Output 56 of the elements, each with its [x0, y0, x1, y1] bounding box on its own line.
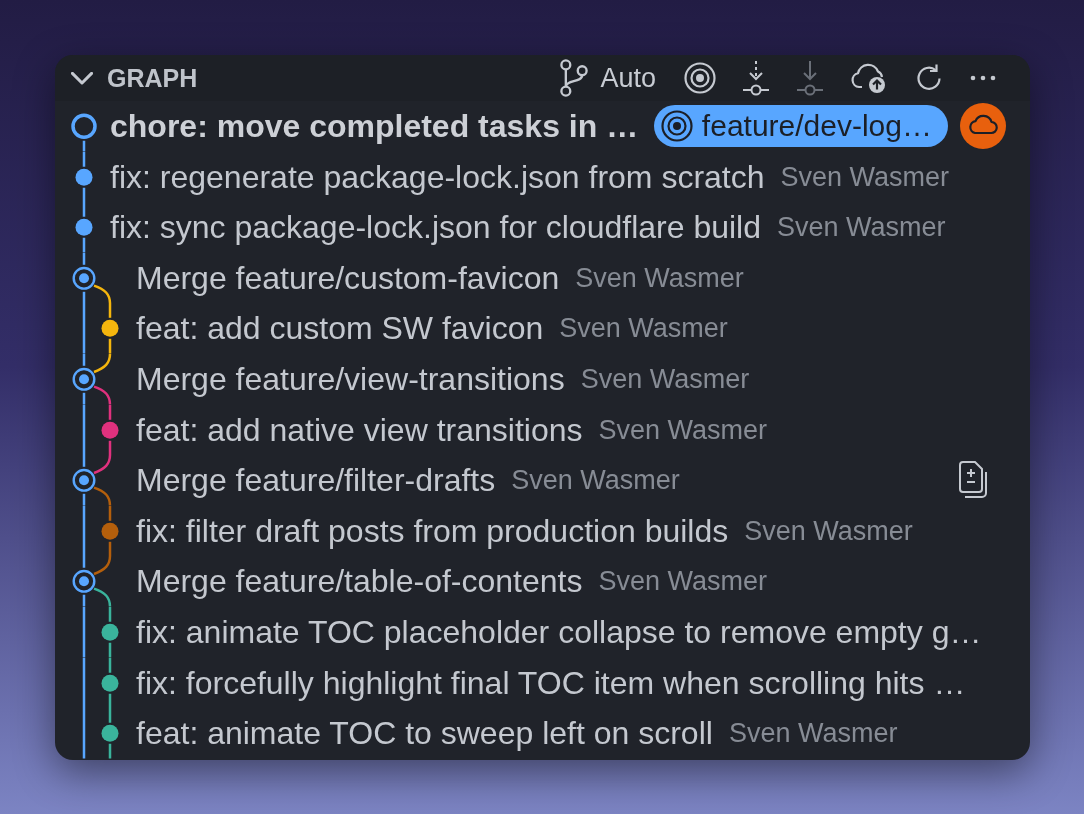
graph-curve — [93, 486, 112, 506]
branch-filter-button[interactable]: Auto — [560, 59, 656, 97]
commit-author: Sven Wasmer — [780, 160, 950, 194]
graph-curve — [93, 587, 112, 607]
commit-dot-icon — [75, 168, 93, 186]
panel-title: GRAPH — [107, 63, 198, 93]
commit-dot-icon — [75, 219, 93, 236]
commit-message[interactable]: fix: filter draft posts from production builds — [136, 511, 729, 551]
file-diff-icon[interactable] — [958, 461, 990, 500]
commit-message[interactable]: fix: animate TOC placeholder collapse to remove empty g… — [136, 613, 982, 652]
merge-commit-icon — [72, 570, 96, 594]
commit-message[interactable]: feat: add custom SW favicon — [136, 309, 544, 348]
branch-icon — [560, 59, 589, 97]
commit-author: Sven Wasmer — [580, 363, 750, 396]
commit-message[interactable]: fix: sync package-lock.json for cloudflare build — [110, 208, 761, 247]
commit-author: Sven Wasmer — [598, 413, 767, 447]
commit-author: Sven Wasmer — [728, 717, 898, 750]
graph-curve — [93, 455, 112, 475]
target-icon — [660, 110, 693, 143]
commit-author: Sven Wasmer — [511, 464, 680, 497]
commit-author: Sven Wasmer — [575, 261, 744, 295]
graph-line — [108, 606, 112, 622]
commit-author: Sven Wasmer — [598, 565, 767, 598]
commit-message[interactable]: Merge feature/view-transitions — [136, 360, 565, 399]
cloud-upload-icon[interactable] — [850, 62, 888, 94]
merge-commit-icon — [72, 266, 96, 290]
target-icon[interactable] — [684, 62, 716, 94]
dashed-arrow-down-icon[interactable] — [742, 60, 770, 96]
graph-line — [108, 505, 112, 521]
graph-line — [108, 541, 112, 557]
commit-message[interactable]: fix: regenerate package-lock.json from scratch — [110, 157, 765, 197]
commit-author: Sven Wasmer — [559, 312, 728, 345]
head-commit-ring-icon — [71, 113, 97, 140]
graph-line — [108, 743, 112, 759]
commit-author: Sven Wasmer — [777, 211, 946, 244]
graph-curve — [93, 284, 112, 304]
graph-curve — [93, 353, 112, 374]
more-icon[interactable] — [970, 75, 996, 81]
merge-commit-icon — [72, 468, 96, 492]
merge-commit-icon — [72, 367, 96, 391]
graph-line — [108, 404, 112, 420]
commit-message[interactable]: Merge feature/table-of-contents — [136, 562, 583, 601]
graph-line — [108, 339, 112, 354]
graph-curve — [93, 385, 112, 405]
cloud-icon[interactable] — [960, 103, 1006, 150]
commit-message[interactable]: feat: add native view transitions — [136, 410, 583, 450]
branch-tag[interactable]: feature/dev-log… — [653, 105, 948, 148]
graph-line — [108, 303, 112, 319]
commit-message[interactable]: Merge feature/custom-favicon — [136, 258, 560, 298]
graph-curve — [93, 556, 112, 576]
chevron-down-icon[interactable] — [71, 71, 93, 85]
commit-message[interactable]: Merge feature/filter-drafts — [136, 461, 496, 500]
commit-message[interactable]: feat: animate TOC to sweep left on scroll — [136, 714, 713, 753]
commit-message[interactable]: chore: move completed tasks in … — [110, 107, 639, 146]
commit-message[interactable]: fix: forcefully highlight final TOC item when scrolling hits … — [136, 663, 966, 702]
commit-author: Sven Wasmer — [744, 514, 913, 548]
